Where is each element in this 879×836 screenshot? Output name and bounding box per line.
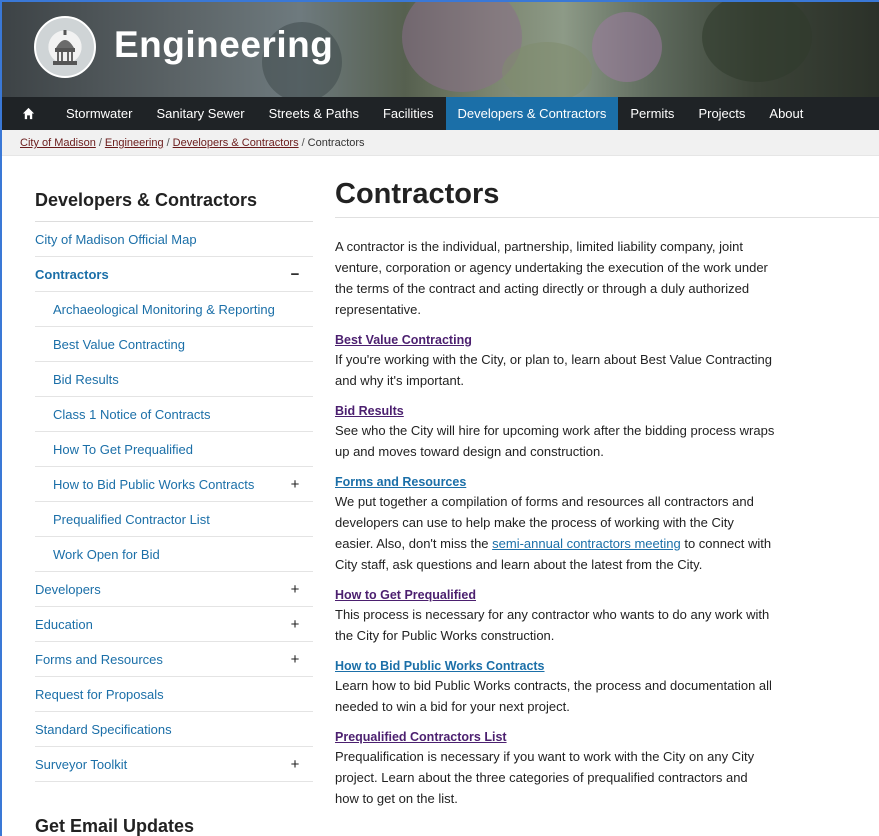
- sidebar-item-forms-resources[interactable]: Forms and Resources +: [35, 642, 313, 677]
- entry-description: If you're working with the City, or plan…: [335, 352, 773, 388]
- expand-icon[interactable]: +: [289, 616, 301, 633]
- nav-projects[interactable]: Projects: [686, 97, 757, 130]
- sidebar-item-get-prequalified[interactable]: How To Get Prequalified: [35, 432, 313, 467]
- capitol-dome-icon: [53, 30, 77, 65]
- sidebar-item-rfp[interactable]: Request for Proposals: [35, 677, 313, 712]
- entry-best-value: Best Value Contracting If you're working…: [335, 331, 775, 391]
- sidebar-item-standard-specs[interactable]: Standard Specifications: [35, 712, 313, 747]
- sidebar-item-label: Class 1 Notice of Contracts: [53, 406, 211, 422]
- sidebar-item-label: Archaeological Monitoring & Reporting: [53, 301, 275, 317]
- main-nav: Stormwater Sanitary Sewer Streets & Path…: [2, 97, 879, 130]
- expand-icon[interactable]: +: [289, 756, 301, 773]
- nav-developers-contractors[interactable]: Developers & Contractors: [445, 97, 619, 130]
- entry-forms-resources: Forms and Resources We put together a co…: [335, 473, 775, 575]
- sidebar-item-label: City of Madison Official Map: [35, 231, 197, 247]
- nav-streets-paths[interactable]: Streets & Paths: [257, 97, 371, 130]
- nav-about[interactable]: About: [757, 97, 815, 130]
- get-prequalified-link[interactable]: How to Get Prequalified: [335, 586, 476, 604]
- forms-resources-link[interactable]: Forms and Resources: [335, 473, 466, 491]
- sidebar-item-how-to-bid[interactable]: How to Bid Public Works Contracts +: [35, 467, 313, 502]
- site-brand-title[interactable]: Engineering: [114, 24, 333, 66]
- entry-description: See who the City will hire for upcoming …: [335, 423, 775, 459]
- sidebar-item-label: Prequalified Contractor List: [53, 511, 210, 527]
- sidebar-item-label: Education: [35, 616, 93, 632]
- breadcrumb: City of Madison / Engineering / Developers &…: [2, 130, 879, 156]
- entry-get-prequalified: How to Get Prequalified This process is …: [335, 586, 775, 646]
- sidebar-item-label: Contractors: [35, 266, 109, 282]
- email-updates-heading: Get Email Updates: [35, 816, 195, 836]
- sidebar-item-label: Surveyor Toolkit: [35, 756, 128, 772]
- sidebar-item-label: How To Get Prequalified: [53, 441, 193, 457]
- sidebar-item-label: Forms and Resources: [35, 651, 163, 667]
- sidebar-item-label: How to Bid Public Works Contracts: [53, 476, 255, 492]
- page-title: Contractors: [335, 178, 879, 218]
- entry-bid-results: Bid Results See who the City will hire f…: [335, 402, 775, 462]
- collapse-icon[interactable]: −: [289, 266, 301, 283]
- how-to-bid-link[interactable]: How to Bid Public Works Contracts: [335, 657, 545, 675]
- sidebar-item-developers[interactable]: Developers +: [35, 572, 313, 607]
- entry-text-pre: Also, don't miss the: [376, 536, 493, 551]
- expand-icon[interactable]: +: [289, 476, 301, 493]
- sidebar-item-contractors[interactable]: Contractors −: [35, 257, 313, 292]
- sidebar-item-prequalified-list[interactable]: Prequalified Contractor List: [35, 502, 313, 537]
- sidebar-title: Developers & Contractors: [35, 190, 313, 222]
- breadcrumb-separator: /: [98, 137, 102, 149]
- nav-permits[interactable]: Permits: [618, 97, 686, 130]
- best-value-link[interactable]: Best Value Contracting: [335, 331, 472, 349]
- expand-icon[interactable]: +: [289, 651, 301, 668]
- entry-how-to-bid: How to Bid Public Works Contracts Learn …: [335, 657, 775, 717]
- sidebar-item-archaeological[interactable]: Archaeological Monitoring & Reporting: [35, 292, 313, 327]
- sidebar-item-class1-notice[interactable]: Class 1 Notice of Contracts: [35, 397, 313, 432]
- sidebar-item-bid-results[interactable]: Bid Results: [35, 362, 313, 397]
- breadcrumb-separator: /: [301, 137, 305, 149]
- sidebar-item-label: Bid Results: [53, 371, 119, 387]
- home-icon: [22, 107, 34, 120]
- entry-description: We put together a compilation of forms a…: [335, 491, 775, 575]
- nav-facilities[interactable]: Facilities: [371, 97, 446, 130]
- breadcrumb-engineering[interactable]: Engineering: [105, 137, 164, 149]
- sidebar-item-label: Best Value Contracting: [53, 336, 185, 352]
- sidebar-item-label: Work Open for Bid: [53, 546, 160, 562]
- sidebar-nav: Developers & Contractors City of Madison…: [35, 190, 313, 836]
- entry-prequalified-list: Prequalified Contractors List Prequalifi…: [335, 728, 775, 809]
- entry-description: Prequalification is necessary if you wan…: [335, 749, 755, 806]
- contractors-meeting-link[interactable]: semi-annual contractors meeting: [492, 536, 681, 551]
- bid-results-link[interactable]: Bid Results: [335, 402, 404, 420]
- breadcrumb-separator: /: [166, 137, 170, 149]
- breadcrumb-current: Contractors: [307, 137, 365, 149]
- entry-description: This process is necessary for any contra…: [335, 607, 770, 643]
- main-content: Contractors A contractor is the individu…: [335, 178, 879, 809]
- city-seal-logo[interactable]: [34, 16, 96, 78]
- sidebar-item-official-map[interactable]: City of Madison Official Map: [35, 222, 313, 257]
- site-header: Engineering: [2, 2, 879, 97]
- sidebar-item-label: Standard Specifications: [35, 721, 172, 737]
- expand-icon[interactable]: +: [289, 581, 301, 598]
- breadcrumb-developers-contractors[interactable]: Developers & Contractors: [173, 137, 299, 149]
- sidebar-item-surveyor-toolkit[interactable]: Surveyor Toolkit +: [35, 747, 313, 782]
- nav-sanitary-sewer[interactable]: Sanitary Sewer: [144, 97, 256, 130]
- nav-stormwater[interactable]: Stormwater: [54, 97, 144, 130]
- sidebar-item-best-value[interactable]: Best Value Contracting: [35, 327, 313, 362]
- entry-description: Learn how to bid Public Works contracts,…: [335, 678, 772, 714]
- intro-paragraph: A contractor is the individual, partners…: [335, 239, 768, 317]
- breadcrumb-city-of-madison[interactable]: City of Madison: [20, 137, 96, 149]
- sidebar-item-work-open[interactable]: Work Open for Bid: [35, 537, 313, 572]
- prequalified-list-link[interactable]: Prequalified Contractors List: [335, 728, 507, 746]
- nav-home[interactable]: [2, 97, 54, 130]
- sidebar-item-label: Request for Proposals: [35, 686, 164, 702]
- sidebar-item-label: Developers: [35, 581, 101, 597]
- page-frame: Engineering Stormwater Sanitary Sewer St…: [0, 0, 879, 836]
- sidebar-item-education[interactable]: Education +: [35, 607, 313, 642]
